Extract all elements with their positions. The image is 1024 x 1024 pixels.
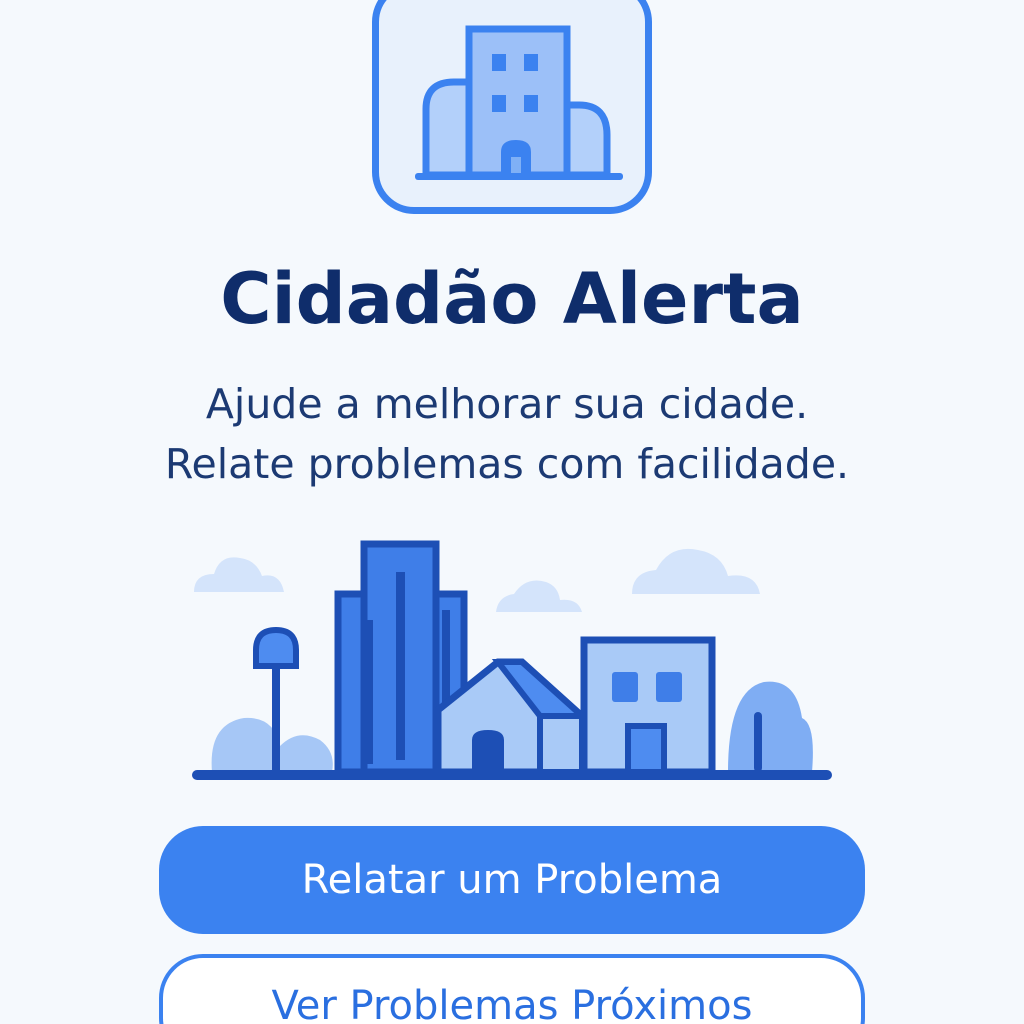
report-problem-button[interactable]: Relatar um Problema <box>159 826 865 934</box>
city-skyline-illustration <box>192 540 832 780</box>
welcome-screen: Cidadão Alerta Ajude a melhorar sua cida… <box>0 0 1024 1024</box>
cloud-icon <box>496 580 582 612</box>
app-title: Cidadão Alerta <box>220 258 804 340</box>
street-lamp-icon <box>253 626 299 669</box>
tagline-line-1: Ajude a melhorar sua cidade. <box>205 380 809 428</box>
cloud-icon <box>194 557 284 592</box>
building-icon <box>415 25 623 180</box>
bush-icon <box>728 681 813 772</box>
nearby-problems-button[interactable]: Ver Problemas Próximos <box>159 954 865 1024</box>
app-logo <box>372 0 652 214</box>
tagline-line-2: Relate problemas com facilidade. <box>164 440 850 488</box>
cloud-icon <box>632 548 760 594</box>
